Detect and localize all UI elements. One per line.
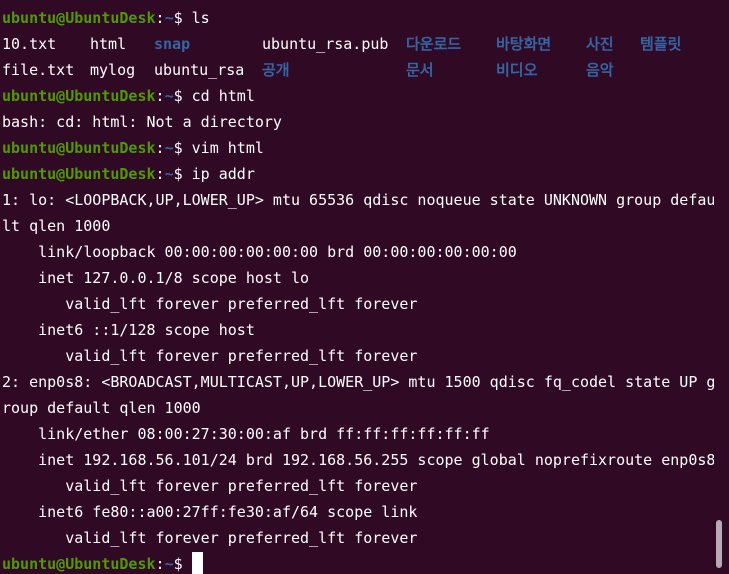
prompt-colon: : <box>155 165 165 183</box>
prompt-line: ubuntu@UbuntuDesk: ~ $ ls <box>2 5 714 31</box>
directory-entry: 사진 <box>586 35 614 53</box>
directory-entry: 공개 <box>262 61 290 79</box>
file-entry: html <box>90 35 127 53</box>
output-text: inet6 ::1/128 scope host <box>2 321 255 339</box>
command-text: ls <box>191 9 210 27</box>
output-text: inet6 fe80::a00:27ff:fe30:af/64 scope li… <box>2 503 418 521</box>
output-line: inet 192.168.56.101/24 brd 192.168.56.25… <box>2 447 714 473</box>
prompt-user-host: ubuntu@UbuntuDesk <box>2 87 156 105</box>
scrollbar[interactable] <box>716 520 722 568</box>
output-text: valid_lft forever preferred_lft forever <box>2 295 418 313</box>
prompt-colon: : <box>155 139 165 157</box>
directory-entry: 템플릿 <box>640 35 682 53</box>
directory-entry: 다운로드 <box>406 35 462 53</box>
file-entry: file.txt <box>2 61 75 79</box>
output-line: inet6 ::1/128 scope host <box>2 317 714 343</box>
output-text: valid_lft forever preferred_lft forever <box>2 477 418 495</box>
command-text: vim html <box>191 139 264 157</box>
file-entry: ubuntu_rsa <box>154 61 245 79</box>
prompt-path: ~ <box>164 165 174 183</box>
prompt-path: ~ <box>164 87 174 105</box>
prompt-colon: : <box>155 87 165 105</box>
directory-entry: 바탕화면 <box>496 35 552 53</box>
output-line: 2: enp0s8: <BROADCAST,MULTICAST,UP,LOWER… <box>2 369 714 395</box>
command-text: cd html <box>191 87 255 105</box>
prompt-colon: : <box>155 9 165 27</box>
prompt-symbol: $ <box>173 87 192 105</box>
prompt-user-host: ubuntu@UbuntuDesk <box>2 555 156 573</box>
output-text: bash: cd: html: Not a directory <box>2 113 282 131</box>
output-line: valid_lft forever preferred_lft forever <box>2 473 714 499</box>
directory-entry: 문서 <box>406 61 434 79</box>
file-entry: ubuntu_rsa.pub <box>262 35 389 53</box>
output-text: link/loopback 00:00:00:00:00:00 brd 00:0… <box>2 243 517 261</box>
output-text: valid_lft forever preferred_lft forever <box>2 347 418 365</box>
output-text: lt qlen 1000 <box>2 217 111 235</box>
prompt-symbol: $ <box>173 555 192 573</box>
directory-entry: 비디오 <box>496 61 538 79</box>
prompt-colon: : <box>155 555 165 573</box>
prompt-line: ubuntu@UbuntuDesk: ~ $ <box>2 551 714 574</box>
output-text: 1: lo: <LOOPBACK,UP,LOWER_UP> mtu 65536 … <box>2 191 714 209</box>
output-text: inet 192.168.56.101/24 brd 192.168.56.25… <box>2 451 714 469</box>
command-text: ip addr <box>191 165 255 183</box>
output-line: link/ether 08:00:27:30:00:af brd ff:ff:f… <box>2 421 714 447</box>
output-line: inet6 fe80::a00:27ff:fe30:af/64 scope li… <box>2 499 714 525</box>
prompt-user-host: ubuntu@UbuntuDesk <box>2 9 156 27</box>
prompt-symbol: $ <box>173 139 192 157</box>
ls-output-row: 10.txt html snap ubuntu_rsa.pub 다운로드 바탕화면 사진 템플… <box>2 31 714 57</box>
file-entry: 10.txt <box>2 35 57 53</box>
prompt-user-host: ubuntu@UbuntuDesk <box>2 139 156 157</box>
ls-output-row: file.txt mylog ubuntu_rsa 공개 문서 비디오 음악 <box>2 57 714 83</box>
prompt-line: ubuntu@UbuntuDesk: ~ $ cd html <box>2 83 714 109</box>
prompt-path: ~ <box>164 139 174 157</box>
output-line: valid_lft forever preferred_lft forever <box>2 525 714 551</box>
output-text: inet 127.0.0.1/8 scope host lo <box>2 269 310 287</box>
text-cursor[interactable] <box>191 552 203 574</box>
output-line: roup default qlen 1000 <box>2 395 714 421</box>
output-text: valid_lft forever preferred_lft forever <box>2 529 418 547</box>
prompt-path: ~ <box>164 9 174 27</box>
output-text: 2: enp0s8: <BROADCAST,MULTICAST,UP,LOWER… <box>2 373 714 391</box>
output-line: lt qlen 1000 <box>2 213 714 239</box>
file-entry: mylog <box>90 61 136 79</box>
directory-entry: snap <box>154 35 191 53</box>
output-line: 1: lo: <LOOPBACK,UP,LOWER_UP> mtu 65536 … <box>2 187 714 213</box>
prompt-line: ubuntu@UbuntuDesk: ~ $ vim html <box>2 135 714 161</box>
prompt-path: ~ <box>164 555 174 573</box>
directory-entry: 음악 <box>586 61 614 79</box>
output-line: inet 127.0.0.1/8 scope host lo <box>2 265 714 291</box>
output-line: link/loopback 00:00:00:00:00:00 brd 00:0… <box>2 239 714 265</box>
output-line: bash: cd: html: Not a directory <box>2 109 714 135</box>
output-line: valid_lft forever preferred_lft forever <box>2 291 714 317</box>
output-text: roup default qlen 1000 <box>2 399 201 417</box>
prompt-line: ubuntu@UbuntuDesk: ~ $ ip addr <box>2 161 714 187</box>
prompt-symbol: $ <box>173 9 192 27</box>
prompt-symbol: $ <box>173 165 192 183</box>
output-text: link/ether 08:00:27:30:00:af brd ff:ff:f… <box>2 425 490 443</box>
output-line: valid_lft forever preferred_lft forever <box>2 343 714 369</box>
prompt-user-host: ubuntu@UbuntuDesk <box>2 165 156 183</box>
terminal-output[interactable]: ubuntu@UbuntuDesk: ~ $ ls 10.txt html snap ubu… <box>2 5 714 574</box>
